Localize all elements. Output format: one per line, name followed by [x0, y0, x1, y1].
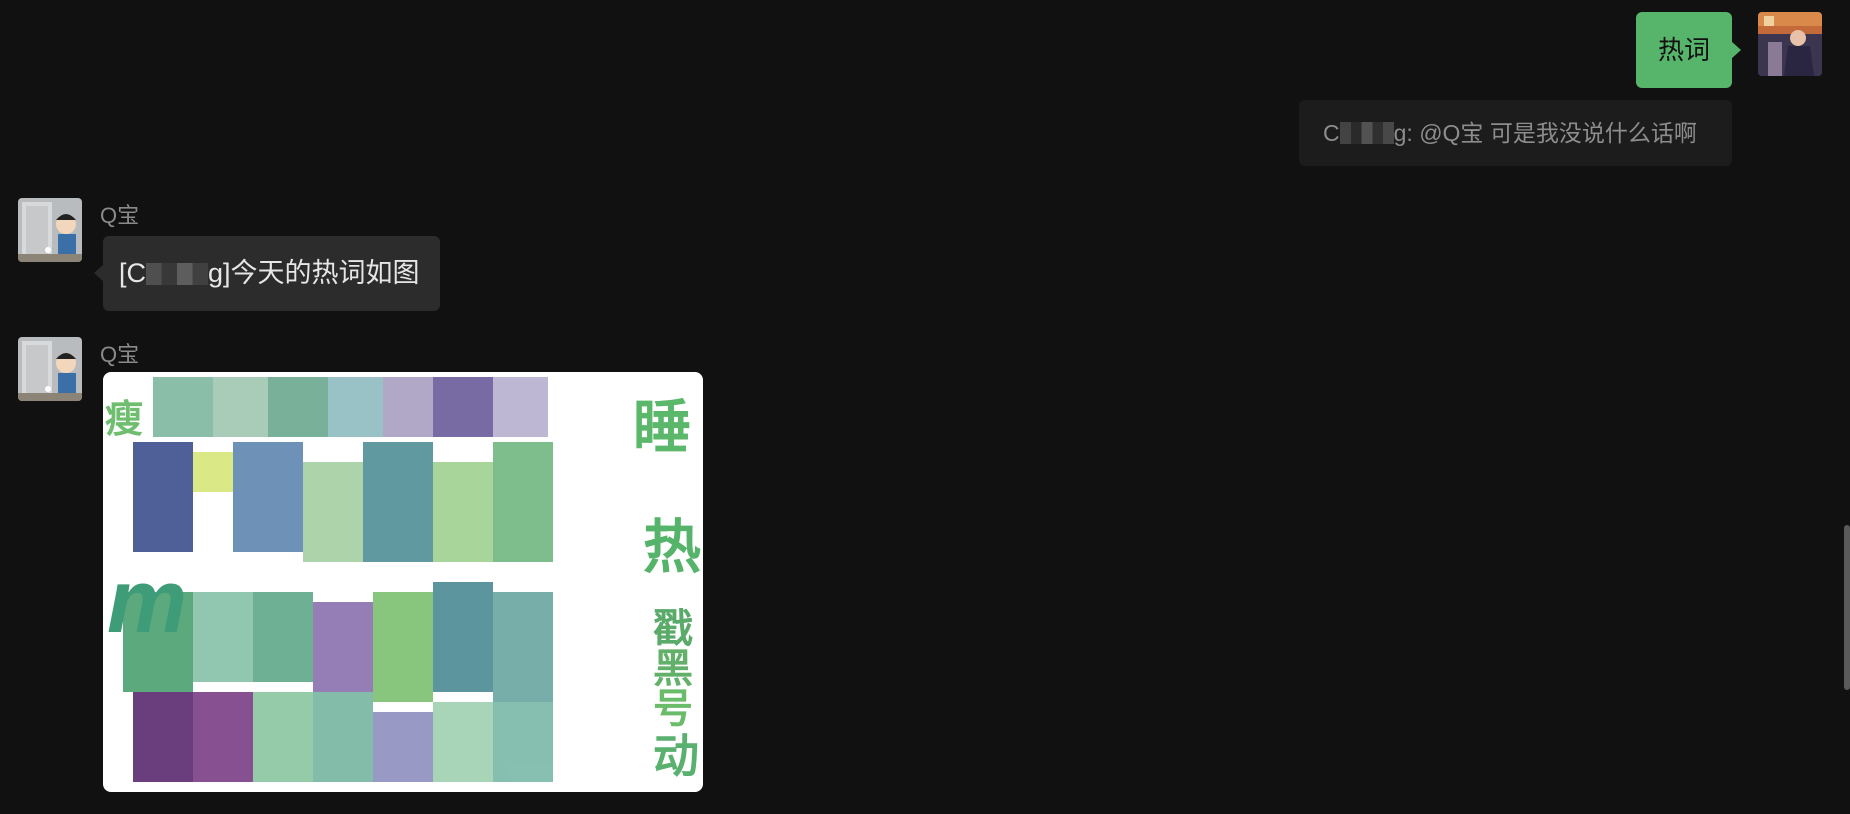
svg-text:睡: 睡 [633, 395, 691, 460]
redacted-name [146, 263, 208, 285]
bot-message-bubble[interactable]: [C g]今天的热词如图 [94, 236, 440, 311]
quoted-message[interactable]: Cg: @Q宝 可是我没说什么话啊 [1299, 100, 1732, 166]
bot-message-prefix: [C [119, 258, 146, 288]
svg-text:m: m [107, 552, 187, 652]
self-avatar[interactable] [1758, 12, 1822, 76]
bot-avatar-icon [18, 198, 82, 262]
quote-prefix: C [1323, 120, 1340, 146]
self-message-text: 热词 [1657, 35, 1710, 65]
bot-avatar[interactable] [18, 337, 82, 401]
bot-message-text: g]今天的热词如图 [208, 258, 420, 288]
svg-text:热: 热 [643, 515, 701, 580]
svg-text:戳: 戳 [653, 607, 693, 651]
bot-avatar-icon [18, 337, 82, 401]
scrollbar[interactable] [1844, 525, 1850, 690]
word-cloud-image[interactable]: 瘦 睡 热 戳 黑 号 动 m [103, 372, 703, 792]
svg-text:号: 号 [653, 687, 693, 731]
self-message-bubble[interactable]: 热词 [1635, 12, 1742, 88]
svg-text:瘦: 瘦 [105, 399, 143, 441]
sender-name[interactable]: Q宝 [100, 337, 139, 369]
chat-view: 热词 Cg: @Q宝 可是我没说什么话啊 Q宝 [C g]今天的热词如图 Q宝 … [0, 0, 1850, 814]
user-avatar-icon [1758, 12, 1822, 76]
redacted-name [1339, 122, 1394, 144]
svg-text:动: 动 [653, 730, 699, 782]
word-cloud-graphic: 瘦 睡 热 戳 黑 号 动 m [105, 377, 701, 782]
svg-text:黑: 黑 [653, 647, 693, 691]
sender-name[interactable]: Q宝 [100, 198, 139, 230]
bot-avatar[interactable] [18, 198, 82, 262]
quote-text: g: @Q宝 可是我没说什么话啊 [1393, 120, 1697, 146]
